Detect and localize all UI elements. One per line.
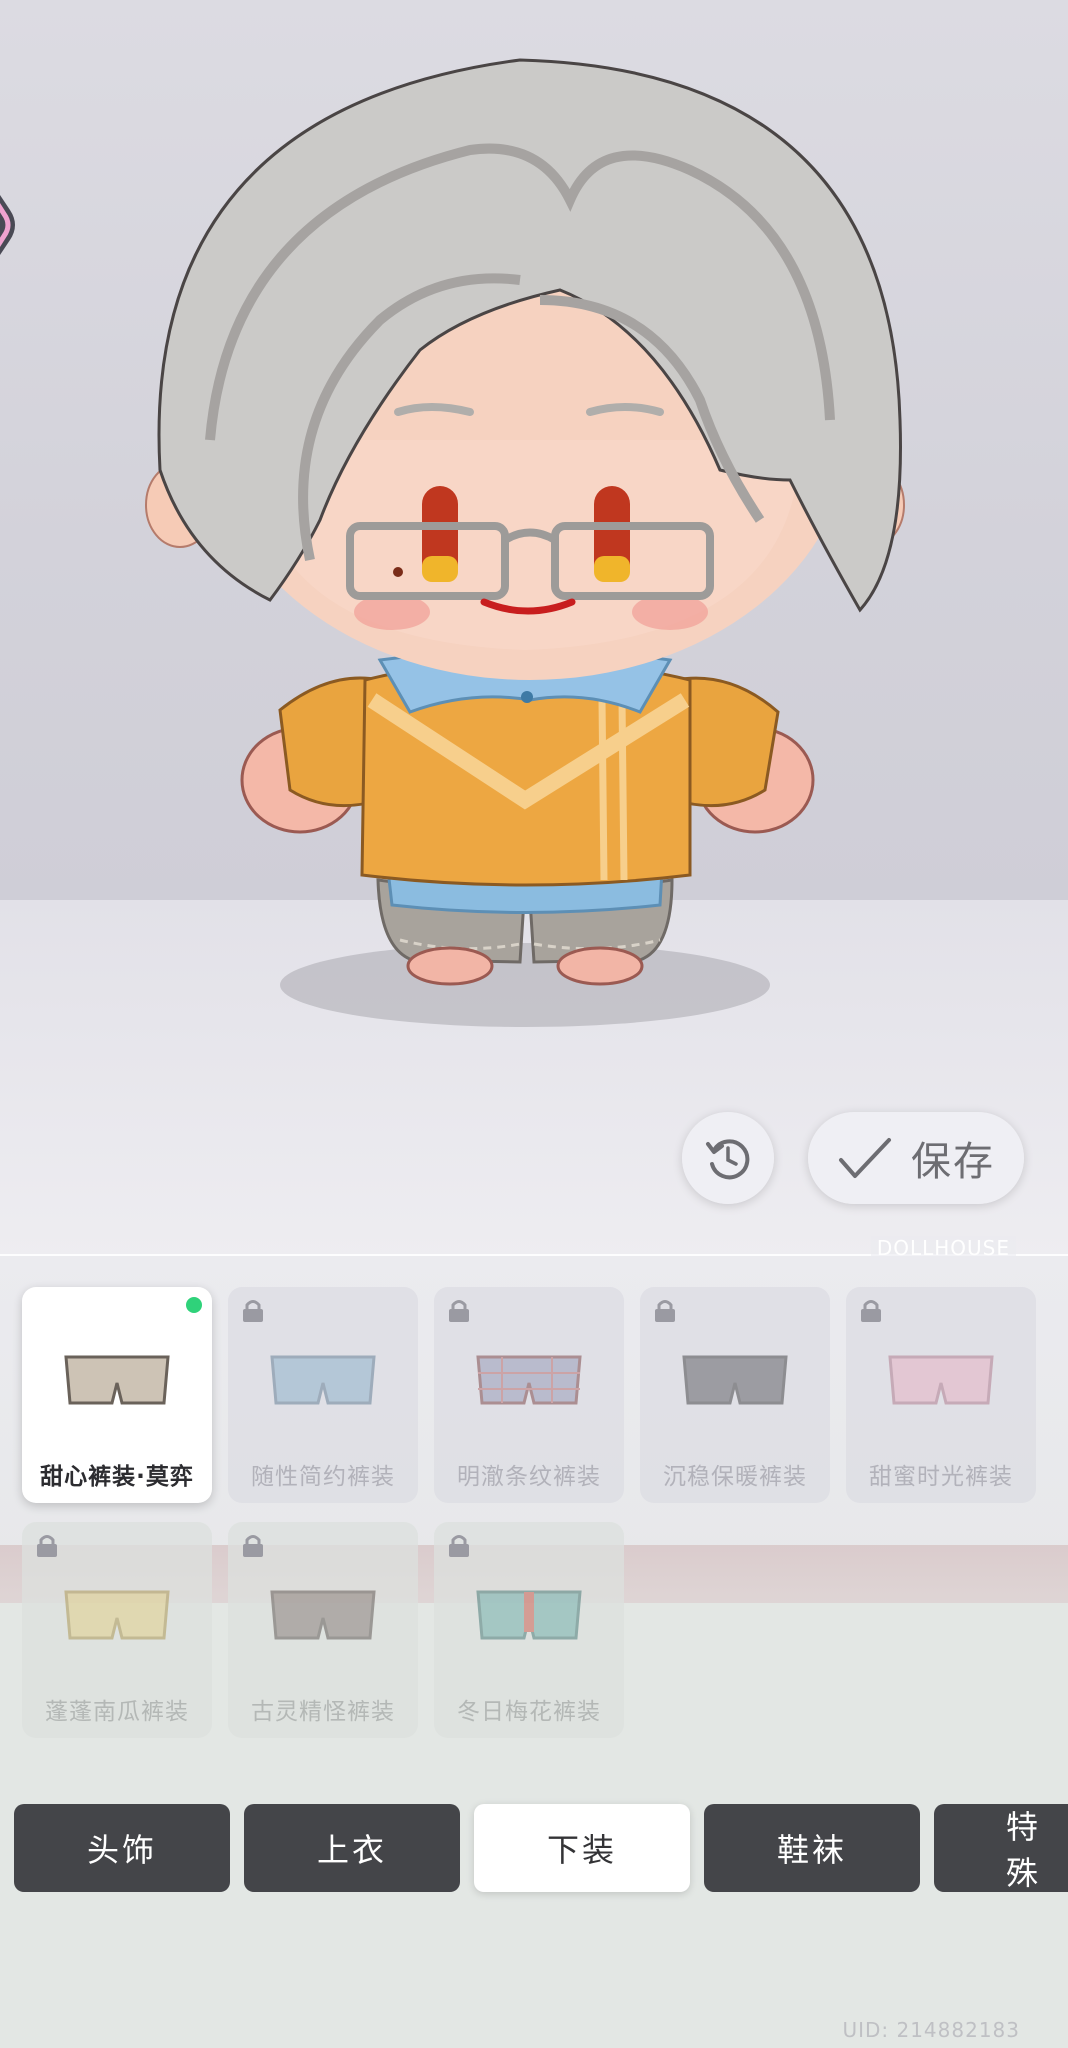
tab-bottoms[interactable]: 下装 <box>474 1804 690 1892</box>
item-label: 蓬蓬南瓜裤装 <box>45 1699 189 1725</box>
doll-preview-scene <box>0 0 1068 1260</box>
lock-icon <box>243 1535 263 1557</box>
tab-special[interactable]: 特殊 <box>934 1804 1068 1892</box>
shorts-icon <box>270 1590 376 1640</box>
uid-label: UID: 214882183 <box>842 2018 1020 2042</box>
item-card-4[interactable]: 甜蜜时光裤装 <box>846 1287 1036 1503</box>
item-label: 甜心裤装·莫弈 <box>40 1464 194 1490</box>
lock-icon <box>37 1535 57 1557</box>
shorts-icon <box>64 1590 170 1640</box>
tab-label: 上衣 <box>316 1831 387 1869</box>
tab-label: 特殊 <box>1006 1808 1042 1892</box>
item-card-1[interactable]: 随性简约裤装 <box>228 1287 418 1503</box>
doll-character[interactable] <box>0 0 1068 1060</box>
item-label: 沉稳保暖裤装 <box>663 1464 807 1490</box>
lock-icon <box>243 1300 263 1322</box>
item-card-5[interactable]: 蓬蓬南瓜裤装 <box>22 1522 212 1738</box>
rotate-ccw-icon <box>706 1139 750 1180</box>
tab-tops[interactable]: 上衣 <box>244 1804 460 1892</box>
save-label: 保存 <box>911 1139 995 1185</box>
reset-button[interactable] <box>682 1112 774 1204</box>
shorts-icon <box>682 1355 788 1405</box>
item-label: 随性简约裤装 <box>251 1464 395 1490</box>
item-label: 冬日梅花裤装 <box>457 1699 601 1725</box>
tab-label: 鞋袜 <box>776 1831 847 1869</box>
shorts-icon <box>64 1355 170 1405</box>
check-icon <box>839 1138 891 1178</box>
item-label: 甜蜜时光裤装 <box>869 1464 1013 1490</box>
item-card-6[interactable]: 古灵精怪裤装 <box>228 1522 418 1738</box>
item-card-3[interactable]: 沉稳保暖裤装 <box>640 1287 830 1503</box>
save-button[interactable]: 保存 <box>808 1112 1024 1204</box>
item-label: 明澈条纹裤装 <box>457 1464 601 1490</box>
tab-headwear[interactable]: 头饰 <box>14 1804 230 1892</box>
lock-icon <box>449 1535 469 1557</box>
shorts-icon <box>888 1355 994 1405</box>
tab-label: 下装 <box>546 1831 617 1869</box>
shorts-icon <box>270 1355 376 1405</box>
tab-shoes-socks[interactable]: 鞋袜 <box>704 1804 920 1892</box>
lock-icon <box>861 1300 881 1322</box>
lock-icon <box>449 1300 469 1322</box>
tab-label: 头饰 <box>86 1831 157 1869</box>
item-card-7[interactable]: 冬日梅花裤装 <box>434 1522 624 1738</box>
lock-icon <box>655 1300 675 1322</box>
item-card-2[interactable]: 明澈条纹裤装 <box>434 1287 624 1503</box>
owned-indicator <box>186 1297 202 1313</box>
item-card-0[interactable]: 甜心裤装·莫弈 <box>22 1287 212 1503</box>
shorts-icon <box>476 1590 582 1640</box>
item-label: 古灵精怪裤装 <box>251 1699 395 1725</box>
brand-label: DOLLHOUSE <box>870 1236 1016 1260</box>
shorts-icon <box>476 1355 582 1405</box>
